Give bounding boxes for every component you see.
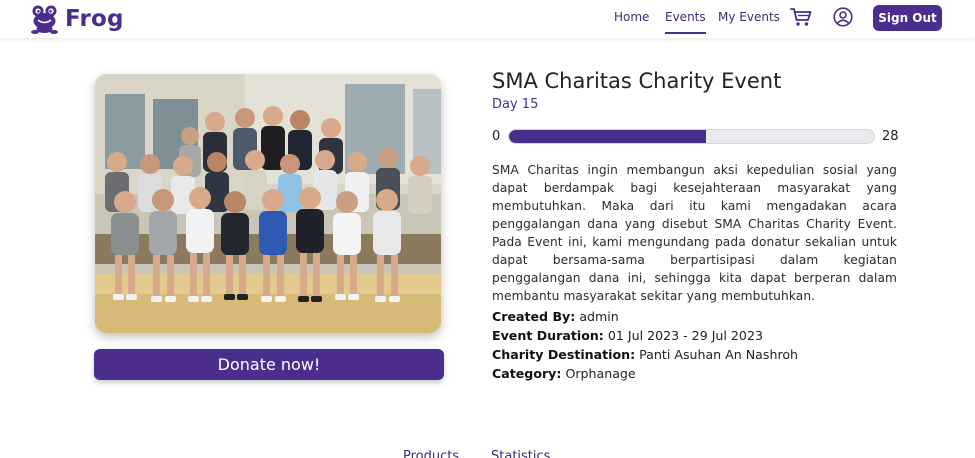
- sign-out-button[interactable]: Sign Out: [873, 5, 942, 31]
- event-photo: [95, 74, 441, 333]
- donate-now-button[interactable]: Donate now!: [94, 349, 444, 380]
- category-label: Category:: [492, 366, 562, 381]
- event-progress-fill: [509, 130, 707, 143]
- user-icon[interactable]: [833, 7, 853, 27]
- charity-destination-value: Panti Asuhan An Nashroh: [639, 347, 799, 362]
- event-day-label: Day 15: [492, 97, 539, 112]
- charity-destination-label: Charity Destination:: [492, 347, 636, 362]
- event-description: SMA Charitas ingin membangun aksi kepedu…: [492, 163, 897, 303]
- tab-statistics[interactable]: Statistics: [491, 449, 550, 458]
- created-by-row: Created By: admin: [492, 309, 619, 324]
- category-value: Orphanage: [565, 366, 636, 381]
- category-row: Category: Orphanage: [492, 366, 636, 381]
- event-title: SMA Charitas Charity Event: [492, 69, 782, 93]
- charity-destination-row: Charity Destination: Panti Asuhan An Nas…: [492, 347, 798, 362]
- nav-events-link[interactable]: Events: [665, 10, 706, 34]
- frog-logo-icon: [31, 5, 58, 34]
- brand-name: Frog: [65, 6, 124, 32]
- cart-icon[interactable]: [790, 7, 812, 27]
- tab-products[interactable]: Products: [403, 449, 459, 458]
- created-by-label: Created By:: [492, 309, 576, 324]
- event-progress-bar: [508, 129, 875, 144]
- event-duration-value: 01 Jul 2023 - 29 Jul 2023: [607, 328, 763, 343]
- group-photo-image: [95, 74, 441, 333]
- event-duration-label: Event Duration:: [492, 328, 604, 343]
- nav-home-link[interactable]: Home: [614, 10, 649, 24]
- nav-my-events-link[interactable]: My Events: [718, 10, 780, 24]
- brand[interactable]: Frog: [31, 4, 124, 34]
- progress-max-label: 28: [882, 129, 899, 144]
- progress-min-label: 0: [492, 129, 501, 144]
- top-navbar: Frog Home Events My Events Sign Out: [0, 0, 975, 38]
- event-duration-row: Event Duration: 01 Jul 2023 - 29 Jul 202…: [492, 328, 763, 343]
- created-by-value: admin: [579, 309, 619, 324]
